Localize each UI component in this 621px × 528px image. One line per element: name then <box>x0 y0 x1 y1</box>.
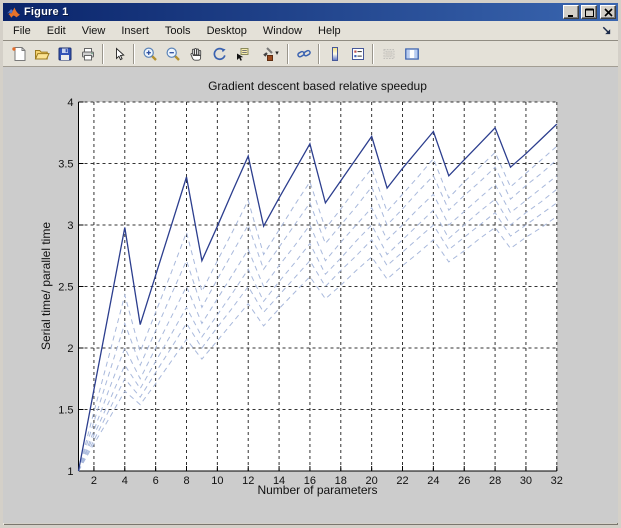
y-tick-label: 1.5 <box>58 405 73 417</box>
matlab-logo-icon <box>6 5 21 20</box>
hide-plot-tools-button <box>377 43 400 65</box>
plot-background <box>79 102 557 471</box>
open-file-button[interactable] <box>30 43 53 65</box>
window-controls <box>563 5 616 19</box>
maximize-button[interactable] <box>581 5 597 19</box>
menu-view[interactable]: View <box>74 22 114 40</box>
rotate-3d-icon <box>211 46 227 62</box>
maximize-icon <box>585 8 594 17</box>
save-figure-icon <box>57 46 73 62</box>
minimize-icon <box>567 8 576 17</box>
plot-area[interactable]: 246810121416182022242628303211.522.533.5… <box>3 67 618 523</box>
figure-canvas: 246810121416182022242628303211.522.533.5… <box>3 67 618 523</box>
close-icon <box>604 8 613 17</box>
data-cursor-button[interactable] <box>230 43 253 65</box>
menu-tools[interactable]: Tools <box>157 22 199 40</box>
chart-title: Gradient descent based relative speedup <box>78 79 557 93</box>
menu-help[interactable]: Help <box>310 22 349 40</box>
menu-edit[interactable]: Edit <box>39 22 74 40</box>
menu-bar: FileEditViewInsertToolsDesktopWindowHelp <box>3 21 618 41</box>
window-title: Figure 1 <box>24 6 563 18</box>
dropdown-caret-icon[interactable]: ▾ <box>275 50 279 57</box>
y-tick-label: 3.5 <box>58 159 73 171</box>
toolbar-separator <box>102 44 104 64</box>
print-figure-button[interactable] <box>76 43 99 65</box>
brush-data-button[interactable]: ▾ <box>253 43 284 65</box>
rotate-3d-button[interactable] <box>207 43 230 65</box>
toolbar-separator <box>372 44 374 64</box>
dock-figure-button[interactable] <box>597 23 615 39</box>
insert-legend-icon <box>350 46 366 62</box>
new-figure-icon <box>11 46 27 62</box>
save-figure-button[interactable] <box>53 43 76 65</box>
zoom-in-icon <box>142 46 158 62</box>
edit-plot-icon <box>111 46 127 62</box>
print-figure-icon <box>80 46 96 62</box>
y-tick-label: 2 <box>67 343 73 355</box>
x-axis-label: Number of parameters <box>78 483 557 497</box>
menu-insert[interactable]: Insert <box>113 22 157 40</box>
data-cursor-icon <box>234 46 250 62</box>
figure-window: Figure 1 FileEditViewInsertToolsDesktopW… <box>0 0 621 528</box>
pan-icon <box>188 46 204 62</box>
link-plot-icon <box>296 46 312 62</box>
close-button[interactable] <box>600 5 616 19</box>
insert-colorbar-button[interactable] <box>323 43 346 65</box>
y-tick-label: 4 <box>67 97 73 109</box>
show-plot-tools-button[interactable] <box>400 43 423 65</box>
insert-colorbar-icon <box>327 46 343 62</box>
hide-plot-tools-icon <box>381 46 397 62</box>
toolbar: ▾ <box>3 41 618 67</box>
toolbar-separator <box>133 44 135 64</box>
new-figure-button[interactable] <box>7 43 30 65</box>
y-tick-label: 2.5 <box>58 282 73 294</box>
toolbar-separator <box>287 44 289 64</box>
insert-legend-button[interactable] <box>346 43 369 65</box>
menu-window[interactable]: Window <box>255 22 310 40</box>
minimize-button[interactable] <box>563 5 579 19</box>
titlebar[interactable]: Figure 1 <box>3 3 618 21</box>
menu-file[interactable]: File <box>5 22 39 40</box>
brush-data-icon <box>258 46 274 62</box>
zoom-in-button[interactable] <box>138 43 161 65</box>
zoom-out-button[interactable] <box>161 43 184 65</box>
edit-plot-button[interactable] <box>107 43 130 65</box>
menu-desktop[interactable]: Desktop <box>199 22 255 40</box>
y-tick-label: 3 <box>67 220 73 232</box>
link-plot-button[interactable] <box>292 43 315 65</box>
pan-button[interactable] <box>184 43 207 65</box>
zoom-out-icon <box>165 46 181 62</box>
open-file-icon <box>34 46 50 62</box>
dock-figure-arrow-icon <box>601 25 612 36</box>
y-tick-label: 1 <box>67 466 73 478</box>
show-plot-tools-icon <box>404 46 420 62</box>
toolbar-separator <box>318 44 320 64</box>
y-axis-label: Serial time/ parallel time <box>39 222 53 350</box>
